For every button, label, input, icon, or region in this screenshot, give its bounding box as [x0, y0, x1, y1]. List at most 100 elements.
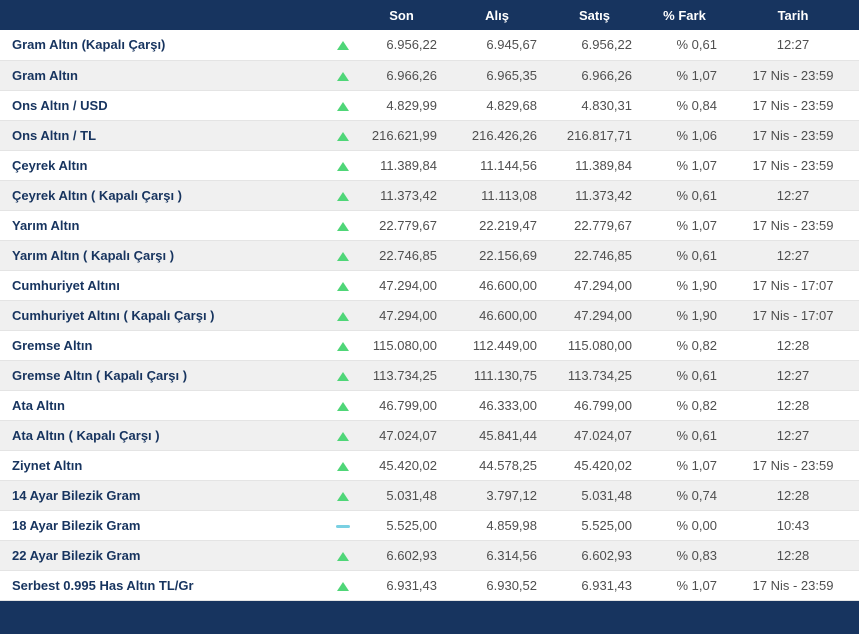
son-value: 216.621,99: [356, 120, 447, 151]
satis-value: 11.389,84: [547, 150, 642, 181]
satis-value: 216.817,71: [547, 120, 642, 151]
alis-value: 46.600,00: [447, 270, 547, 301]
header-alis: Alış: [447, 0, 547, 30]
tarih-value: 17 Nis - 23:59: [727, 90, 859, 121]
alis-value: 22.156,69: [447, 240, 547, 271]
alis-value: 46.333,00: [447, 390, 547, 421]
up-trend-icon: [337, 551, 349, 561]
instrument-name[interactable]: 14 Ayar Bilezik Gram: [0, 480, 330, 511]
table-row: Gram Altın (Kapalı Çarşı) 6.956,22 6.945,6…: [0, 30, 859, 61]
alis-value: 44.578,25: [447, 450, 547, 481]
header-trend: [330, 0, 356, 30]
table-row: Ons Altın / USD 4.829,99 4.829,68 4.830,31%…: [0, 90, 859, 121]
fark-value: % 0,61: [642, 180, 727, 211]
tarih-value: 17 Nis - 23:59: [727, 120, 859, 151]
instrument-name[interactable]: Gram Altın (Kapalı Çarşı): [0, 30, 330, 61]
table-row: Ata Altın ( Kapalı Çarşı ) 47.024,07 45.84…: [0, 420, 859, 451]
tarih-value: 12:27: [727, 420, 859, 451]
tarih-value: 12:27: [727, 240, 859, 271]
alis-value: 46.600,00: [447, 300, 547, 331]
instrument-name[interactable]: Ons Altın / USD: [0, 90, 330, 121]
fark-value: % 1,07: [642, 150, 727, 181]
tarih-value: 12:27: [727, 180, 859, 211]
tarih-value: 17 Nis - 23:59: [727, 150, 859, 181]
up-trend-icon: [337, 371, 349, 381]
trend-cell: [330, 540, 356, 571]
instrument-name[interactable]: Ons Altın / TL: [0, 120, 330, 151]
fark-value: % 0,61: [642, 30, 727, 61]
gold-prices-table: Son Alış Satış % Fark Tarih Gram Altın (…: [0, 0, 859, 601]
fark-value: % 0,74: [642, 480, 727, 511]
instrument-name[interactable]: Cumhuriyet Altını ( Kapalı Çarşı ): [0, 300, 330, 331]
instrument-name[interactable]: Çeyrek Altın: [0, 150, 330, 181]
table-row: Gram Altın 6.966,26 6.965,35 6.966,26% 1,07…: [0, 60, 859, 91]
instrument-name[interactable]: Ata Altın: [0, 390, 330, 421]
tarih-value: 12:27: [727, 360, 859, 391]
up-trend-icon: [337, 461, 349, 471]
table-row: Ziynet Altın 45.420,02 44.578,25 45.420,02%…: [0, 450, 859, 481]
up-trend-icon: [337, 131, 349, 141]
fark-value: % 0,82: [642, 390, 727, 421]
fark-value: % 0,83: [642, 540, 727, 571]
son-value: 22.746,85: [356, 240, 447, 271]
instrument-name[interactable]: Serbest 0.995 Has Altın TL/Gr: [0, 570, 330, 601]
alis-value: 4.829,68: [447, 90, 547, 121]
instrument-name[interactable]: Gremse Altın: [0, 330, 330, 361]
up-trend-icon: [337, 311, 349, 321]
header-instrument: [0, 0, 330, 30]
instrument-name[interactable]: Yarım Altın: [0, 210, 330, 241]
instrument-name[interactable]: 22 Ayar Bilezik Gram: [0, 540, 330, 571]
tarih-value: 17 Nis - 23:59: [727, 210, 859, 241]
gold-prices-page: Son Alış Satış % Fark Tarih Gram Altın (…: [0, 0, 859, 634]
table-row: Serbest 0.995 Has Altın TL/Gr 6.931,43 6.9…: [0, 570, 859, 601]
tarih-value: 12:27: [727, 30, 859, 61]
table-row: Ata Altın 46.799,00 46.333,00 46.799,00% 0,…: [0, 390, 859, 421]
trend-cell: [330, 210, 356, 241]
fark-value: % 1,07: [642, 210, 727, 241]
instrument-name[interactable]: Yarım Altın ( Kapalı Çarşı ): [0, 240, 330, 271]
alis-value: 6.314,56: [447, 540, 547, 571]
tarih-value: 12:28: [727, 480, 859, 511]
trend-cell: [330, 30, 356, 61]
tarih-value: 12:28: [727, 330, 859, 361]
header-fark: % Fark: [642, 0, 727, 30]
up-trend-icon: [337, 161, 349, 171]
fark-value: % 1,07: [642, 60, 727, 91]
trend-cell: [330, 240, 356, 271]
son-value: 6.931,43: [356, 570, 447, 601]
tarih-value: 12:28: [727, 540, 859, 571]
satis-value: 6.931,43: [547, 570, 642, 601]
table-row: 14 Ayar Bilezik Gram 5.031,48 3.797,12 5.03…: [0, 480, 859, 511]
satis-value: 45.420,02: [547, 450, 642, 481]
son-value: 5.525,00: [356, 510, 447, 541]
satis-value: 22.746,85: [547, 240, 642, 271]
alis-value: 6.945,67: [447, 30, 547, 61]
fark-value: % 0,84: [642, 90, 727, 121]
trend-cell: [330, 180, 356, 211]
up-trend-icon: [337, 251, 349, 261]
alis-value: 6.930,52: [447, 570, 547, 601]
instrument-name[interactable]: Ziynet Altın: [0, 450, 330, 481]
son-value: 115.080,00: [356, 330, 447, 361]
tarih-value: 17 Nis - 23:59: [727, 450, 859, 481]
alis-value: 6.965,35: [447, 60, 547, 91]
instrument-name[interactable]: 18 Ayar Bilezik Gram: [0, 510, 330, 541]
flat-trend-icon: [336, 524, 350, 528]
satis-value: 46.799,00: [547, 390, 642, 421]
up-trend-icon: [337, 41, 349, 51]
instrument-name[interactable]: Cumhuriyet Altını: [0, 270, 330, 301]
son-value: 113.734,25: [356, 360, 447, 391]
instrument-name[interactable]: Gram Altın: [0, 60, 330, 91]
up-trend-icon: [337, 431, 349, 441]
trend-cell: [330, 510, 356, 541]
fark-value: % 0,82: [642, 330, 727, 361]
trend-cell: [330, 300, 356, 331]
fark-value: % 0,61: [642, 420, 727, 451]
instrument-name[interactable]: Ata Altın ( Kapalı Çarşı ): [0, 420, 330, 451]
alis-value: 4.859,98: [447, 510, 547, 541]
son-value: 45.420,02: [356, 450, 447, 481]
instrument-name[interactable]: Çeyrek Altın ( Kapalı Çarşı ): [0, 180, 330, 211]
instrument-name[interactable]: Gremse Altın ( Kapalı Çarşı ): [0, 360, 330, 391]
alis-value: 11.144,56: [447, 150, 547, 181]
fark-value: % 1,90: [642, 300, 727, 331]
